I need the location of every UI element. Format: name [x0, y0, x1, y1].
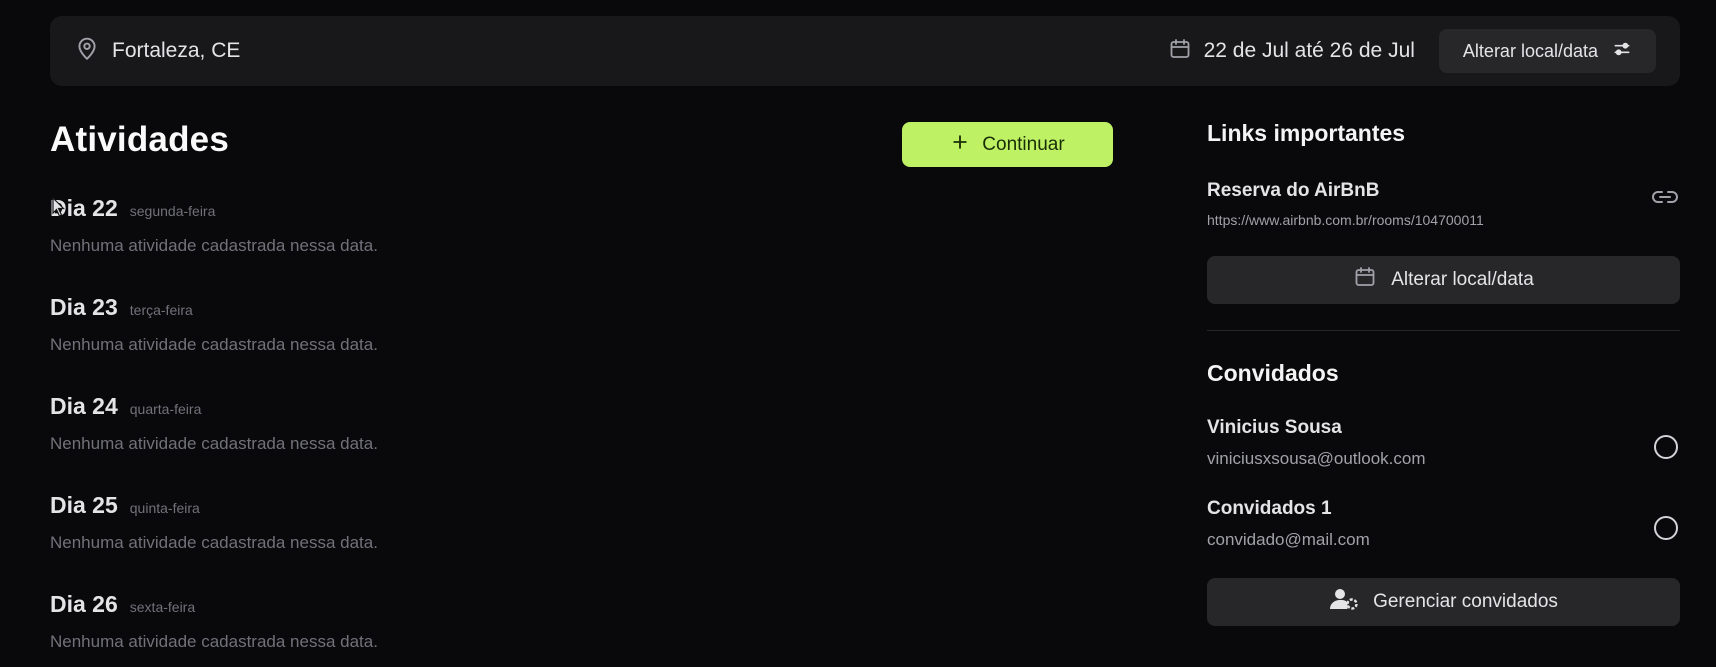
day-name: Dia 24: [50, 393, 118, 419]
day-empty-message: Nenhuma atividade cadastrada nessa data.: [50, 236, 378, 255]
continue-button[interactable]: Continuar: [902, 122, 1113, 167]
link-title: Reserva do AirBnB: [1207, 180, 1380, 201]
change-location-date-button-secondary[interactable]: Alterar local/data: [1207, 256, 1680, 304]
day-weekday: quarta-feira: [129, 401, 202, 417]
change-location-date-label: Alterar local/data: [1462, 40, 1598, 61]
circle-icon[interactable]: [1652, 433, 1680, 466]
day-item: Dia 25 quinta-feira Nenhuma atividade ca…: [50, 492, 650, 553]
divider: [1207, 330, 1680, 331]
user-cog-icon: [1329, 587, 1359, 617]
mouse-cursor-icon: [52, 196, 66, 222]
guest-item: Convidados 1 convidado@mail.com: [1207, 498, 1680, 550]
dates-text: 22 de Jul até 26 de Jul: [1203, 39, 1415, 62]
change-location-date-button[interactable]: Alterar local/data: [1438, 29, 1656, 73]
day-item: Dia 26 sexta-feira Nenhuma atividade cad…: [50, 591, 650, 652]
day-weekday: segunda-feira: [129, 203, 216, 219]
location-display: Fortaleza, CE: [74, 36, 240, 67]
link-item: Reserva do AirBnB https://www.airbnb.com…: [1207, 180, 1680, 228]
link-url[interactable]: https://www.airbnb.com.br/rooms/10470001…: [1207, 212, 1680, 228]
day-name: Dia 26: [50, 591, 118, 617]
day-weekday: sexta-feira: [129, 599, 196, 615]
calendar-icon: [1353, 265, 1377, 295]
day-item: Dia 23 terça-feira Nenhuma atividade cad…: [50, 294, 650, 355]
link-icon[interactable]: [1650, 186, 1680, 213]
day-weekday: quinta-feira: [129, 500, 200, 516]
sidebar: Links importantes Reserva do AirBnB http…: [1207, 120, 1680, 626]
day-empty-message: Nenhuma atividade cadastrada nessa data.: [50, 632, 378, 651]
trip-header: Fortaleza, CE 22 de Jul até 26 de Jul Al…: [50, 16, 1680, 86]
continue-label: Continuar: [982, 133, 1065, 155]
map-pin-icon: [74, 36, 100, 67]
plus-icon: [950, 132, 970, 158]
links-title: Links importantes: [1207, 120, 1406, 146]
guest-email: viniciusxsousa@outlook.com: [1207, 449, 1426, 468]
day-item: Dia 22 segunda-feira Nenhuma atividade c…: [50, 195, 650, 256]
day-empty-message: Nenhuma atividade cadastrada nessa data.: [50, 434, 378, 453]
manage-guests-button[interactable]: Gerenciar convidados: [1207, 578, 1680, 626]
trip-details-page: Fortaleza, CE 22 de Jul até 26 de Jul Al…: [0, 0, 1716, 667]
change-location-date-label: Alterar local/data: [1391, 269, 1534, 290]
day-name: Dia 23: [50, 294, 118, 320]
guest-item: Vinicius Sousa viniciusxsousa@outlook.co…: [1207, 417, 1680, 469]
calendar-icon: [1168, 37, 1192, 66]
guest-email: convidado@mail.com: [1207, 530, 1370, 549]
guests-title: Convidados: [1207, 360, 1339, 386]
day-empty-message: Nenhuma atividade cadastrada nessa data.: [50, 533, 378, 552]
day-item: Dia 24 quarta-feira Nenhuma atividade ca…: [50, 393, 650, 454]
guest-name: Convidados 1: [1207, 498, 1332, 519]
day-name: Dia 25: [50, 492, 118, 518]
activities-section: Atividades Continuar Dia 22 segunda-feir…: [50, 120, 1113, 651]
circle-icon[interactable]: [1652, 514, 1680, 547]
manage-guests-label: Gerenciar convidados: [1373, 591, 1558, 612]
settings-sliders-icon: [1612, 39, 1632, 64]
day-weekday: terça-feira: [129, 302, 193, 318]
day-empty-message: Nenhuma atividade cadastrada nessa data.: [50, 335, 378, 354]
location-text: Fortaleza, CE: [112, 39, 241, 62]
guest-name: Vinicius Sousa: [1207, 417, 1342, 438]
dates-area: 22 de Jul até 26 de Jul Alterar local/da…: [1168, 29, 1656, 73]
